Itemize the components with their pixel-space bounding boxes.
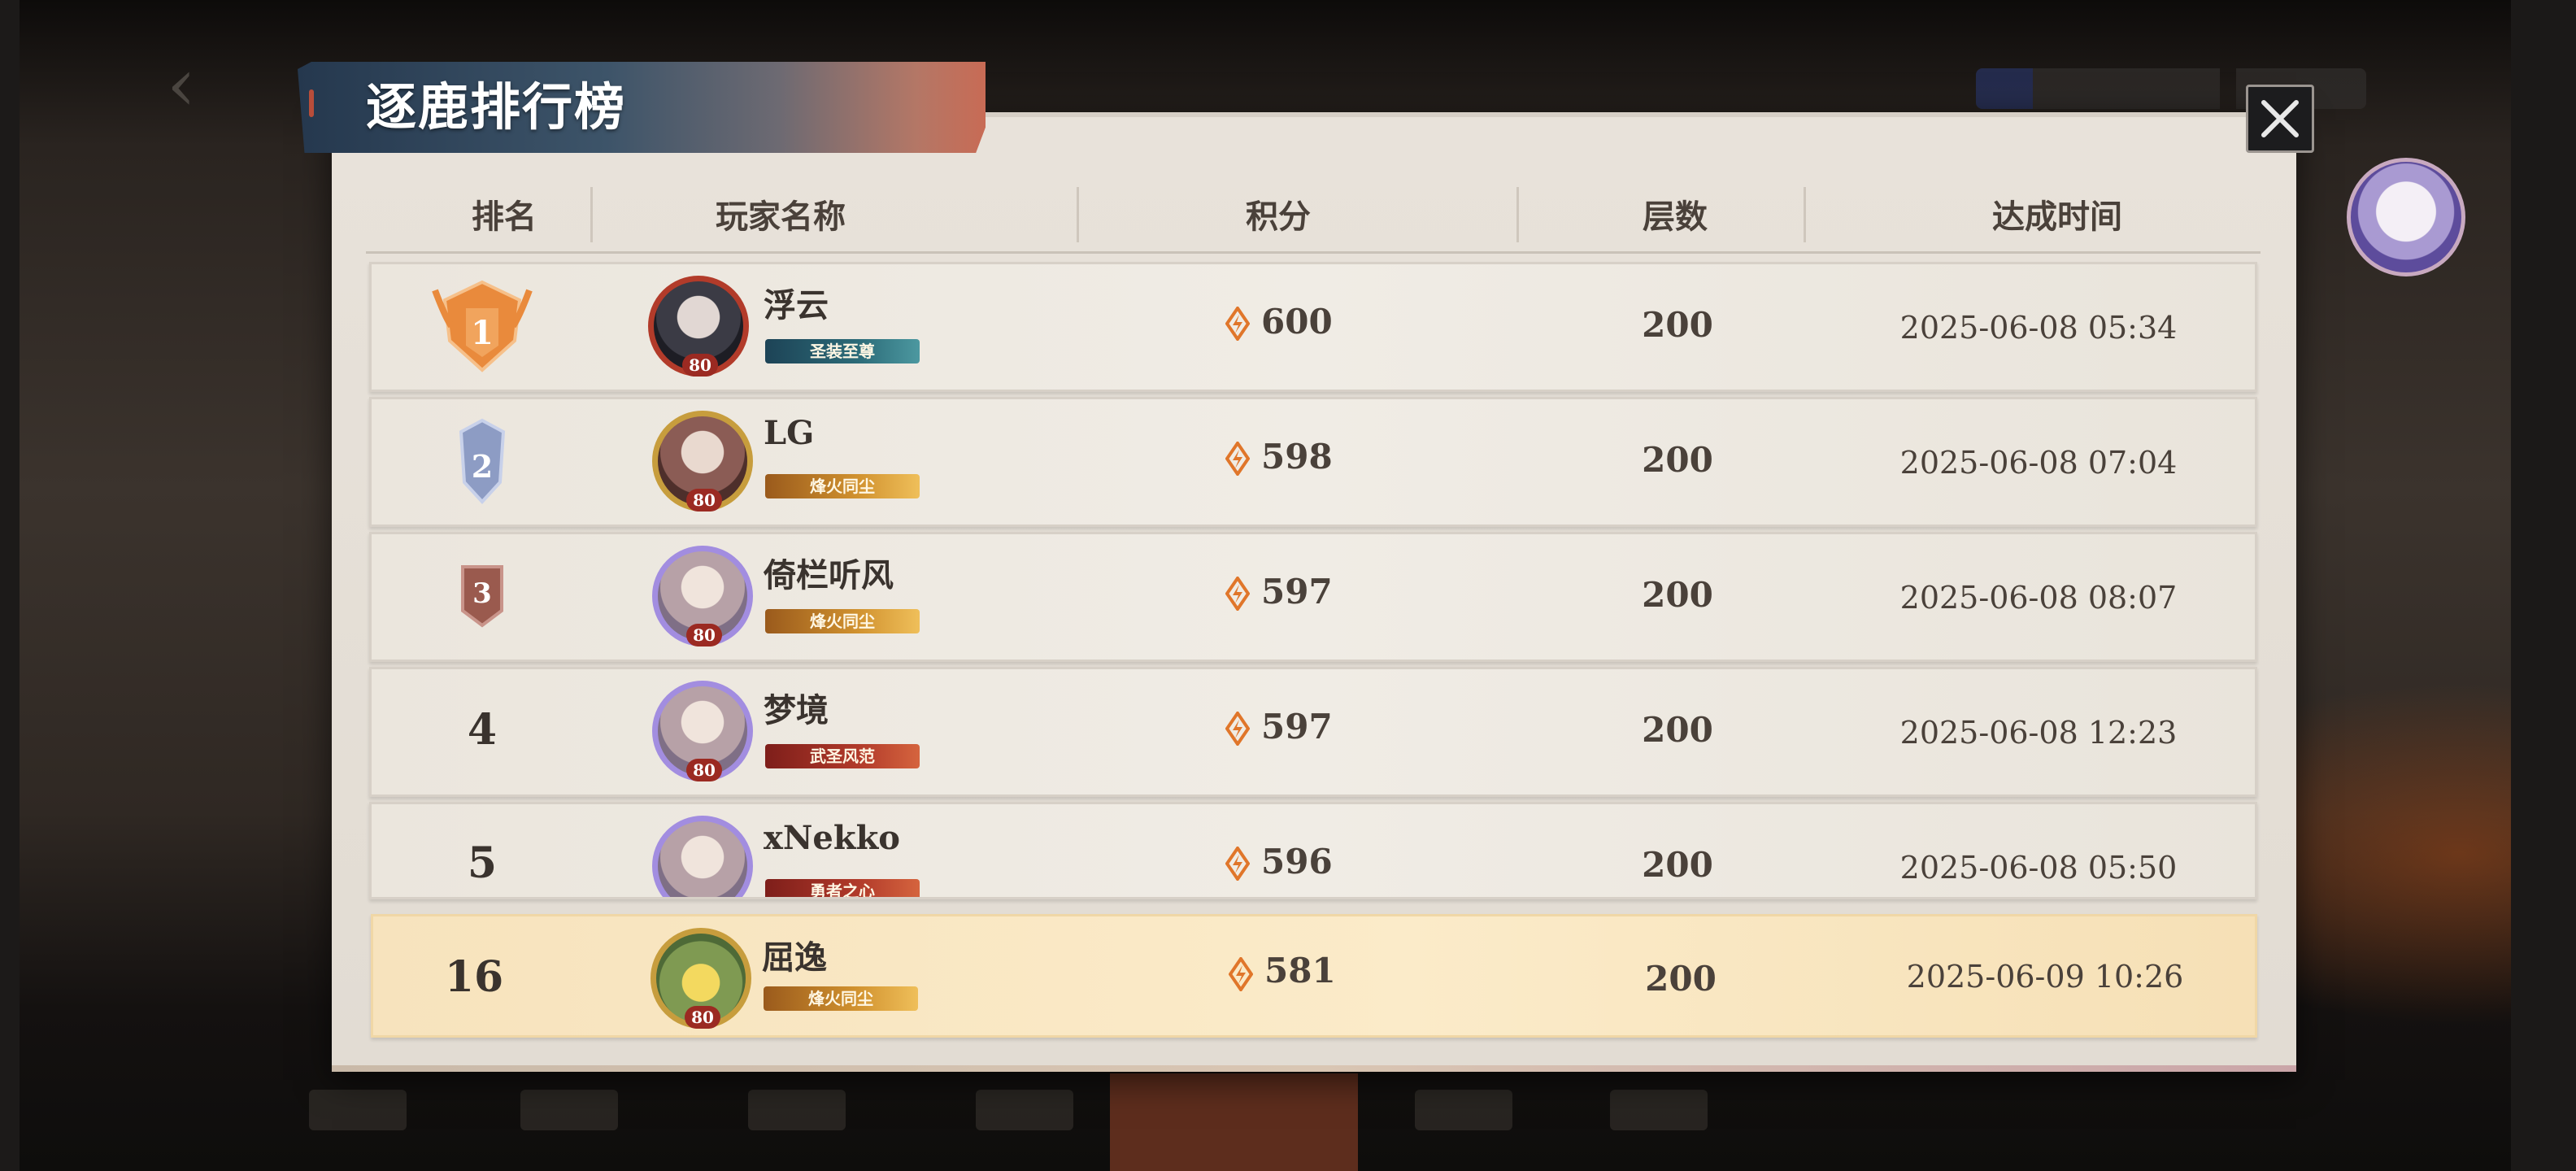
- score-flame-icon: [1225, 307, 1250, 341]
- score-flame-icon: [1225, 847, 1250, 881]
- rank-number: 4: [467, 705, 498, 755]
- player-name: xNekko: [764, 819, 900, 857]
- score-value: 597: [1261, 572, 1333, 612]
- title-tag: 勇者之心: [765, 879, 920, 897]
- background-edge-right: [2511, 0, 2576, 1171]
- close-button[interactable]: [2246, 85, 2314, 153]
- time-value: 2025-06-08 05:34: [1899, 310, 2178, 346]
- layers-value: 200: [1642, 845, 1713, 885]
- table-header: 排名 玩家名称 积分 层数 达成时间: [366, 181, 2261, 254]
- close-icon: [2261, 100, 2299, 137]
- gold-medal-icon: 1: [432, 280, 533, 372]
- level-badge: 80: [686, 489, 722, 511]
- silver-medal-icon: 2: [459, 418, 506, 504]
- title-tag: 烽火同尘: [764, 986, 918, 1011]
- header-divider: [1077, 187, 1079, 242]
- level-badge: 80: [682, 354, 718, 377]
- rank-number: 16: [444, 952, 504, 1002]
- my-rank-row[interactable]: 16 80 屈逸 烽火同尘 581 200 2025-06-09 10:26: [371, 914, 2257, 1038]
- header-rank: 排名: [472, 198, 537, 236]
- layers-value: 200: [1642, 305, 1713, 345]
- player-name: 屈逸: [762, 938, 827, 977]
- layers-value: 200: [1645, 959, 1717, 999]
- header-divider: [590, 187, 593, 242]
- level-badge: 80: [686, 624, 722, 646]
- score-flame-icon: [1225, 577, 1250, 611]
- layers-value: 200: [1642, 440, 1713, 480]
- score-flame-icon: [1225, 442, 1250, 476]
- layers-value: 200: [1642, 710, 1713, 750]
- rank-number: 5: [467, 838, 498, 888]
- header-score: 积分: [1246, 198, 1311, 236]
- level-badge: 80: [685, 1006, 720, 1029]
- score-value: 597: [1261, 707, 1333, 747]
- score-value: 600: [1261, 302, 1333, 342]
- rank-1-label: 1: [471, 314, 494, 352]
- time-value: 2025-06-08 05:50: [1899, 850, 2178, 886]
- title-accent: [309, 89, 314, 117]
- title-tag: 武圣风范: [765, 744, 920, 768]
- back-arrow-icon: ‹: [167, 42, 196, 128]
- page-title: 逐鹿排行榜: [366, 77, 627, 137]
- table-row[interactable]: 4 80 梦境 武圣风范 597 200 2025-06-08 12:23: [369, 667, 2257, 797]
- time-value: 2025-06-08 12:23: [1899, 715, 2178, 751]
- score-flame-icon: [1229, 957, 1253, 991]
- header-time: 达成时间: [1992, 198, 2122, 236]
- title-tag: 圣装至尊: [765, 339, 920, 363]
- header-divider: [1516, 187, 1519, 242]
- time-value: 2025-06-09 10:26: [1906, 959, 2184, 995]
- rank-2-label: 2: [472, 448, 493, 485]
- header-layers: 层数: [1643, 198, 1708, 236]
- score-value: 598: [1261, 437, 1333, 477]
- header-player-name: 玩家名称: [716, 198, 846, 236]
- avatar[interactable]: [652, 816, 753, 897]
- background-active-tab: [1110, 1073, 1358, 1171]
- score-value: 581: [1264, 951, 1336, 990]
- table-row[interactable]: 3 80 倚栏听风 烽火同尘 597 200 2025-06-08 08:07: [369, 532, 2257, 662]
- table-row[interactable]: 5 xNekko 勇者之心 596 200 2025-06-08 05:50: [369, 802, 2257, 899]
- level-badge: 80: [686, 759, 722, 781]
- rank-3-label: 3: [472, 577, 492, 610]
- player-name: LG: [764, 414, 815, 452]
- layers-value: 200: [1642, 575, 1713, 615]
- bronze-medal-icon: 3: [461, 565, 503, 628]
- title-tag: 烽火同尘: [765, 474, 920, 498]
- table-row[interactable]: 1 80 浮云 圣装至尊 600 200 2025-06-08 05:34: [369, 262, 2257, 392]
- player-name: 倚栏听风: [764, 556, 894, 594]
- player-name: 浮云: [764, 286, 829, 324]
- time-value: 2025-06-08 07:04: [1899, 445, 2178, 481]
- background-edge-left: [0, 0, 20, 1171]
- time-value: 2025-06-08 08:07: [1899, 580, 2178, 616]
- header-divider: [1804, 187, 1806, 242]
- score-flame-icon: [1225, 712, 1250, 746]
- player-avatar-button[interactable]: [2347, 158, 2465, 276]
- background-bottom-tabs: [276, 1057, 1740, 1171]
- score-value: 596: [1261, 842, 1333, 882]
- title-tag: 烽火同尘: [765, 609, 920, 633]
- player-name: 梦境: [764, 691, 829, 729]
- table-row[interactable]: 2 80 LG 烽火同尘 598 200 2025-06-08 07:04: [369, 397, 2257, 527]
